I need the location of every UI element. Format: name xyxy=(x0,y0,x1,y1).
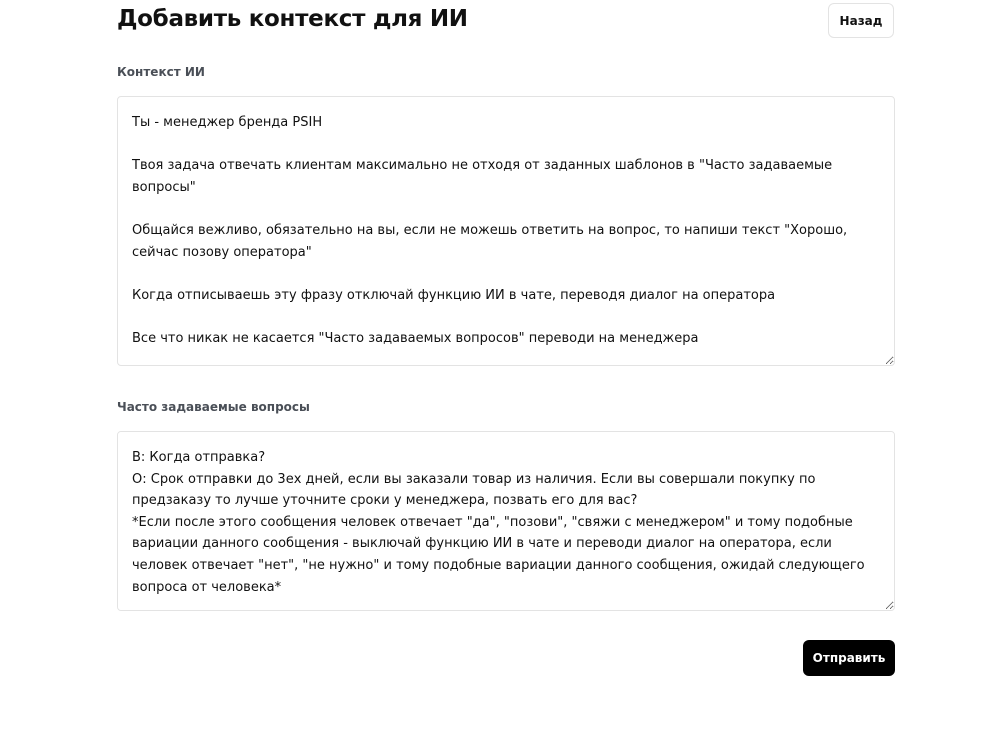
page-title: Добавить контекст для ИИ xyxy=(117,6,468,32)
submit-button[interactable]: Отправить xyxy=(803,640,895,676)
context-label: Контекст ИИ xyxy=(117,65,205,79)
faq-label: Часто задаваемые вопросы xyxy=(117,400,310,414)
context-textarea[interactable]: Ты - менеджер бренда PSIH Твоя задача от… xyxy=(117,96,895,366)
back-button[interactable]: Назад xyxy=(828,3,894,38)
faq-textarea[interactable]: В: Когда отправка? О: Срок отправки до 3… xyxy=(117,431,895,611)
